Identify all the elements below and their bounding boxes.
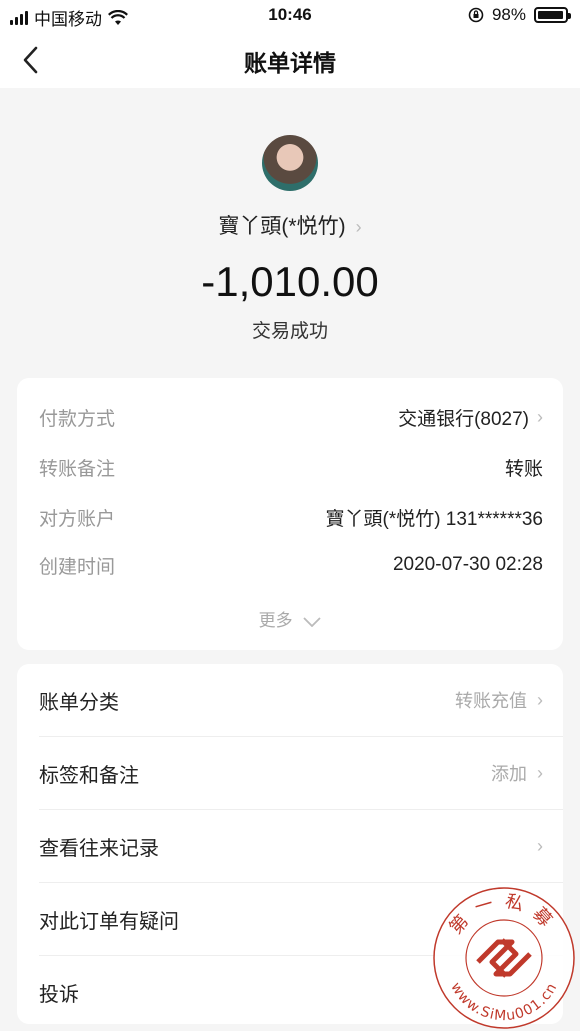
action-label: 查看往来记录 [39,837,159,860]
detail-row-created-time: 创建时间 2020-07-30 02:28 [39,550,543,580]
chevron-right-icon: › [537,689,543,710]
payee-name-row[interactable]: 寶丫頭(*悦竹) › [0,210,580,240]
nav-bar: 账单详情 [0,32,580,88]
chevron-right-icon: › [355,217,362,237]
detail-value: 寶丫頭(*悦竹) 131******36 [325,508,543,530]
details-card: 付款方式 交通银行(8027) › 转账备注 转账 对方账户 寶丫頭(*悦竹) … [17,378,563,650]
payee-name: 寶丫頭(*悦竹) [218,215,346,238]
detail-row-remark: 转账备注 转账 [39,452,543,482]
detail-value: 转账 [504,458,543,480]
detail-row-payment-method[interactable]: 付款方式 交通银行(8027) › [39,402,543,432]
battery-fill [538,11,564,19]
transaction-header: 寶丫頭(*悦竹) › -1,010.00 交易成功 [0,88,580,378]
detail-value: 2020-07-30 02:28 [392,554,543,575]
detail-label: 创建时间 [39,556,116,578]
more-label: 更多 [258,611,293,630]
transaction-status: 交易成功 [251,321,328,342]
detail-label: 转账备注 [39,458,116,480]
detail-label: 对方账户 [39,508,116,530]
action-label: 标签和备注 [39,764,139,787]
action-value: 转账充值 › [455,687,543,713]
action-row-category[interactable]: 账单分类 转账充值 › [39,664,543,736]
action-row-tags-notes[interactable]: 标签和备注 添加 › [39,737,543,809]
transaction-amount: -1,010.00 [201,258,379,305]
action-value: › [537,836,543,857]
action-value: 添加 › [491,760,543,786]
orientation-lock-icon [468,7,484,23]
action-label: 账单分类 [39,691,119,714]
avatar[interactable] [262,135,318,191]
chevron-right-icon: › [537,762,543,783]
chevron-right-icon: › [537,406,543,427]
chevron-right-icon: › [537,835,543,856]
chevron-down-icon [303,616,321,627]
action-label: 对此订单有疑问 [39,910,179,933]
action-row-history[interactable]: 查看往来记录 › [39,810,543,882]
page-title: 账单详情 [244,50,336,76]
battery-percent: 98% [491,5,526,24]
detail-value: 交通银行(8027) › [398,404,543,431]
tags-value: 添加 [491,764,527,784]
watermark-logo: 第一私募 www.SiMu001.cn [433,887,575,1029]
payment-method-value: 交通银行(8027) [398,408,529,430]
battery-icon [534,7,571,23]
status-bar: 中国移动 10:46 98% [0,0,580,32]
detail-label: 付款方式 [39,408,116,430]
status-right: 98% [468,5,571,25]
detail-row-counterparty: 对方账户 寶丫頭(*悦竹) 131******36 [39,502,543,532]
more-button[interactable]: 更多 [17,606,563,631]
category-value: 转账充值 [455,691,527,711]
action-label: 投诉 [39,983,79,1006]
